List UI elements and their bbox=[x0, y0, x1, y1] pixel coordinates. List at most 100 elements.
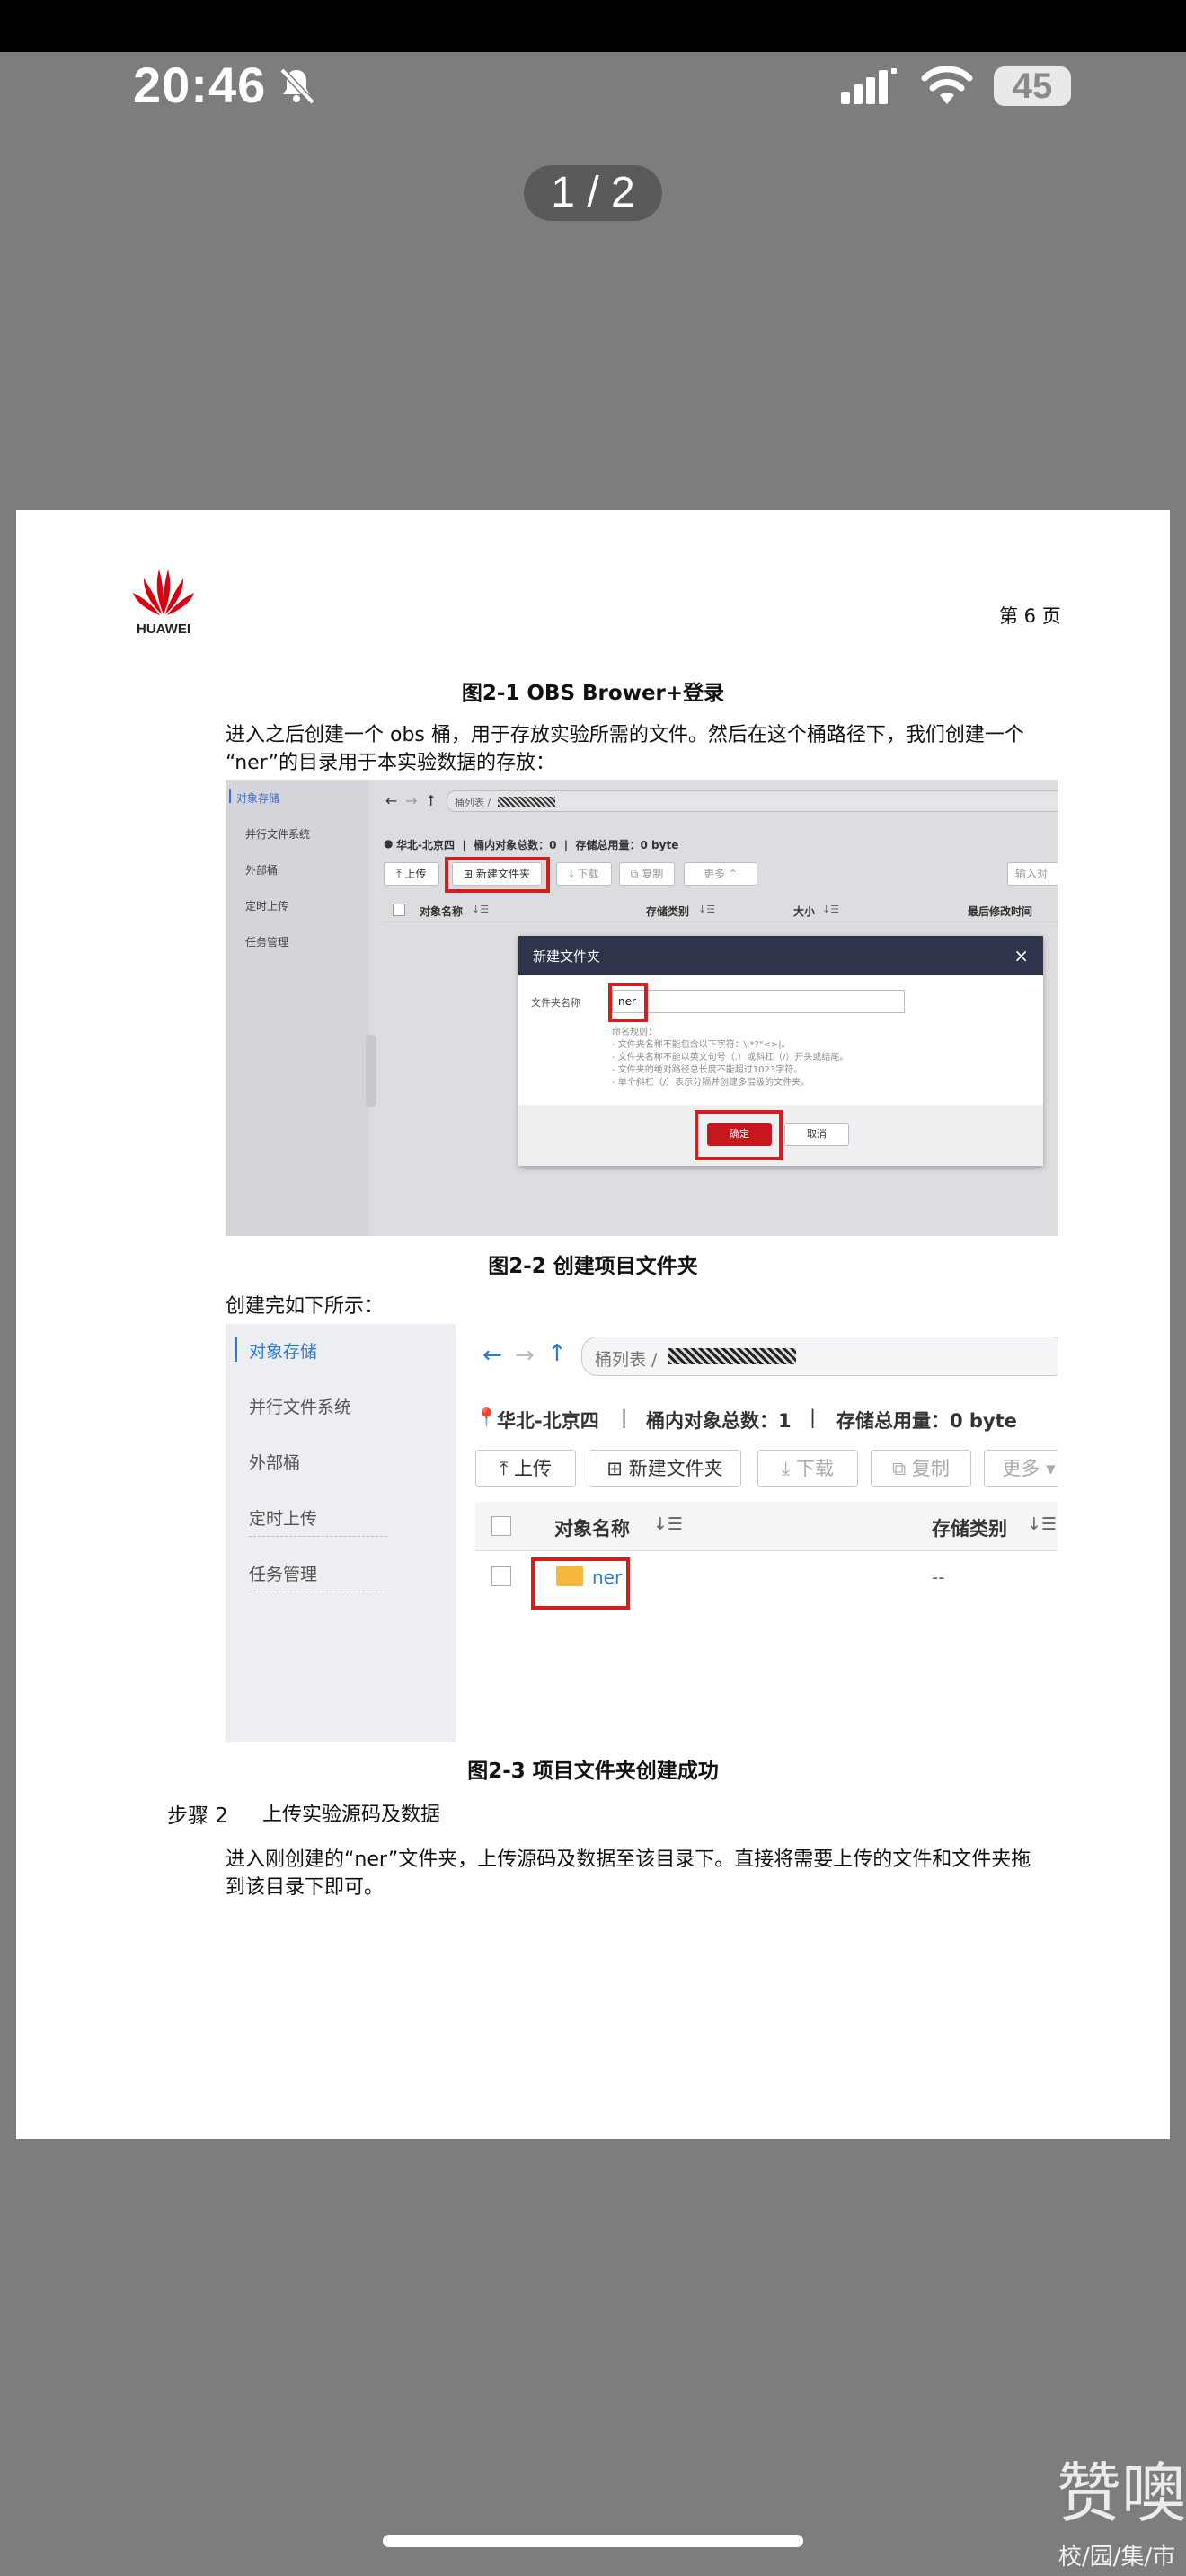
watermark-subtitle: 校/园/集/市 bbox=[1058, 2544, 1176, 2571]
paragraph-3-line-1: 进入刚创建的“ner”文件夹，上传源码及数据至该目录下。直接将需要上传的文件和文… bbox=[226, 1848, 1031, 1871]
active-indicator bbox=[235, 1337, 237, 1362]
battery-indicator: 45 bbox=[994, 66, 1071, 106]
column-name[interactable]: 对象名称 bbox=[420, 904, 463, 919]
sort-icon[interactable]: ↓☰ bbox=[1027, 1514, 1057, 1534]
location-icon: ● bbox=[384, 837, 394, 850]
copy-label: 复制 bbox=[911, 1458, 950, 1479]
copy-button[interactable]: ⧉ 复制 bbox=[619, 862, 675, 886]
close-icon[interactable]: × bbox=[1013, 945, 1029, 966]
highlight-confirm bbox=[695, 1110, 783, 1160]
figure-caption-2: 图2-2 创建项目文件夹 bbox=[488, 1255, 698, 1278]
document-page: HUAWEI 第 6 页 图2-1 OBS Brower+登录 进入之后创建一个… bbox=[16, 510, 1170, 2139]
paragraph-1-line-1: 进入之后创建一个 obs 桶，用于存放实验所需的文件。然后在这个桶路径下，我们创… bbox=[226, 724, 1024, 746]
paragraph-1-line-2: “ner”的目录用于本实验数据的存放： bbox=[226, 752, 556, 774]
sidebar-item-external-bucket[interactable]: 外部桶 bbox=[245, 862, 278, 878]
separator: | bbox=[810, 1407, 817, 1428]
watermark-title: 赞噢 bbox=[1057, 2456, 1186, 2531]
collapse-handle[interactable] bbox=[366, 1035, 376, 1107]
upload-label: 上传 bbox=[513, 1458, 552, 1479]
status-time: 20:46 bbox=[133, 57, 267, 113]
signal-icon bbox=[841, 68, 898, 106]
more-button[interactable]: 更多 ⌃ bbox=[684, 862, 757, 886]
table-header: 对象名称 ↓☰ 存储类别 ↓☰ 大小 ↓☰ 最后修改时间 bbox=[384, 900, 1058, 922]
sidebar-item-scheduled-upload[interactable]: 定时上传 bbox=[245, 898, 288, 913]
sort-icon[interactable]: ↓☰ bbox=[698, 904, 715, 915]
column-modified[interactable]: 最后修改时间 bbox=[968, 904, 1032, 919]
dialog-header: 新建文件夹 × bbox=[518, 936, 1043, 975]
column-storage[interactable]: 存储类别 bbox=[932, 1514, 1007, 1541]
download-button[interactable]: ⤓ 下载 bbox=[556, 862, 612, 886]
highlight-new-folder bbox=[445, 857, 550, 893]
forward-arrow-icon[interactable]: → bbox=[515, 1342, 535, 1369]
select-all-checkbox[interactable] bbox=[491, 1516, 511, 1536]
sidebar-item-object-storage[interactable]: 对象存储 bbox=[249, 1338, 317, 1363]
sidebar-item-parallel-fs[interactable]: 并行文件系统 bbox=[249, 1394, 351, 1418]
step-title: 上传实验源码及数据 bbox=[262, 1804, 441, 1826]
page-number-label: 第 6 页 bbox=[999, 605, 1061, 627]
sidebar-item-scheduled-upload[interactable]: 定时上传 bbox=[249, 1505, 317, 1530]
column-size[interactable]: 大小 bbox=[793, 904, 815, 919]
column-name[interactable]: 对象名称 bbox=[554, 1514, 630, 1541]
active-indicator bbox=[229, 789, 231, 803]
breadcrumb: 桶列表 / bbox=[447, 790, 1058, 812]
up-arrow-icon[interactable]: ↑ bbox=[547, 1340, 567, 1367]
separator: | bbox=[621, 1407, 628, 1428]
up-arrow-icon[interactable]: ↑ bbox=[425, 792, 437, 809]
location-icon: 📍 bbox=[475, 1407, 498, 1428]
home-indicator[interactable] bbox=[383, 2535, 803, 2547]
sort-icon[interactable]: ↓☰ bbox=[822, 904, 839, 915]
screenshot-folder-created: 对象存储 并行文件系统 外部桶 定时上传 任务管理 ← → ↑ 桶列表 / 📍 … bbox=[226, 1324, 1058, 1742]
naming-rule-2: - 文件夹名称不能以英文句号（.）或斜杠（/）开头或结尾。 bbox=[612, 1053, 849, 1063]
naming-rule-3: - 文件夹的绝对路径总长度不能超过1023字符。 bbox=[612, 1065, 803, 1075]
upload-button[interactable]: ⤒ 上传 bbox=[475, 1450, 576, 1487]
huawei-logo: HUAWEI bbox=[128, 566, 199, 640]
more-button[interactable]: 更多 ▾ bbox=[984, 1450, 1058, 1487]
page-indicator[interactable]: 1 / 2 bbox=[524, 165, 662, 221]
sidebar-item-parallel-fs[interactable]: 并行文件系统 bbox=[245, 826, 310, 842]
new-folder-label: 新建文件夹 bbox=[628, 1458, 723, 1479]
breadcrumb: 桶列表 / bbox=[581, 1337, 1058, 1376]
forward-arrow-icon[interactable]: → bbox=[405, 792, 417, 809]
cancel-button[interactable]: 取消 bbox=[784, 1123, 849, 1146]
new-folder-button[interactable]: ⊞ 新建文件夹 bbox=[589, 1450, 741, 1487]
search-input[interactable]: 输入对 bbox=[1007, 862, 1058, 886]
step-label: 步骤 2 bbox=[167, 1804, 228, 1828]
wifi-icon bbox=[920, 65, 974, 108]
sidebar bbox=[226, 1324, 456, 1742]
figure-caption-3: 图2-3 项目文件夹创建成功 bbox=[467, 1760, 719, 1783]
breadcrumb-label[interactable]: 桶列表 / bbox=[595, 1346, 657, 1371]
naming-rules-title: 命名规则： bbox=[612, 1028, 657, 1037]
more-label: 更多 bbox=[704, 868, 726, 880]
sidebar-edge bbox=[438, 1324, 456, 1719]
paragraph-2: 创建完如下所示： bbox=[226, 1295, 385, 1318]
copy-button[interactable]: ⧉ 复制 bbox=[871, 1450, 971, 1487]
highlight-new-folder-row bbox=[531, 1557, 630, 1610]
upload-label: 上传 bbox=[404, 868, 427, 880]
sidebar-item-external-bucket[interactable]: 外部桶 bbox=[249, 1450, 300, 1474]
back-arrow-icon[interactable]: ← bbox=[482, 1342, 502, 1369]
back-arrow-icon[interactable]: ← bbox=[385, 792, 397, 809]
sidebar-item-object-storage[interactable]: 对象存储 bbox=[236, 790, 279, 806]
storage-usage: 存储总用量：0 byte bbox=[836, 1410, 1017, 1432]
figure-caption-1: 图2-1 OBS Brower+登录 bbox=[461, 682, 725, 705]
divider bbox=[249, 1536, 387, 1537]
row-checkbox[interactable] bbox=[491, 1566, 511, 1586]
sidebar bbox=[226, 780, 369, 1236]
breadcrumb-label[interactable]: 桶列表 / bbox=[455, 795, 491, 809]
naming-rule-4: - 单个斜杠（/）表示分隔并创建多层级的文件夹。 bbox=[612, 1078, 810, 1088]
sort-icon[interactable]: ↓☰ bbox=[653, 1514, 683, 1534]
logo-text: HUAWEI bbox=[137, 622, 190, 637]
download-label: 下载 bbox=[795, 1458, 834, 1479]
sort-icon[interactable]: ↓☰ bbox=[472, 904, 489, 915]
upload-button[interactable]: ⤒ 上传 bbox=[384, 862, 439, 886]
column-storage[interactable]: 存储类别 bbox=[646, 904, 689, 919]
folder-name-input[interactable]: ner bbox=[612, 990, 905, 1013]
download-label: 下载 bbox=[577, 868, 599, 880]
region-label: 华北-北京四 bbox=[497, 1410, 599, 1432]
sidebar-item-task-management[interactable]: 任务管理 bbox=[245, 934, 288, 949]
highlight-folder-name bbox=[608, 983, 648, 1022]
download-button[interactable]: ⤓ 下载 bbox=[757, 1450, 858, 1487]
select-all-checkbox[interactable] bbox=[393, 904, 405, 916]
sidebar-item-task-management[interactable]: 任务管理 bbox=[249, 1561, 317, 1585]
dialog-title: 新建文件夹 bbox=[533, 948, 601, 965]
